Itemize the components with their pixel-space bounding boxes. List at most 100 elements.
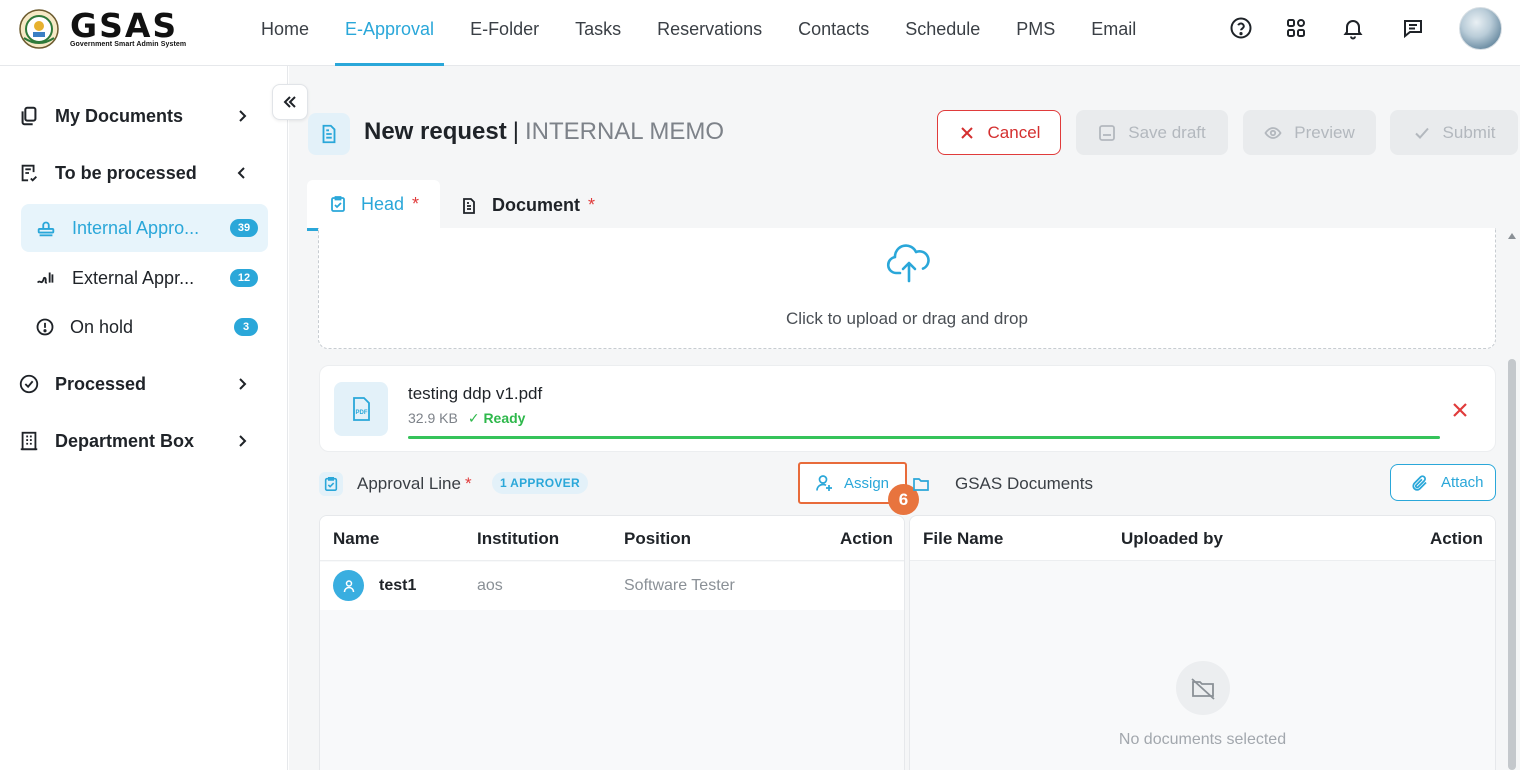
save-icon	[1099, 124, 1116, 141]
bell-icon[interactable]	[1341, 16, 1365, 40]
pdf-file-icon: PDF	[334, 382, 388, 436]
column-header-position: Position	[624, 529, 692, 548]
scroll-up-arrow[interactable]	[1508, 233, 1516, 239]
assign-label: Assign	[844, 474, 890, 492]
required-marker: *	[412, 193, 420, 214]
file-meta: 32.9 KB ✓ Ready	[408, 410, 525, 427]
count-badge: 39	[230, 219, 258, 237]
tab-label: Document	[492, 195, 581, 215]
eye-icon	[1264, 126, 1282, 139]
nav-contacts[interactable]: Contacts	[780, 0, 887, 66]
sidebar-subitem-external-approval[interactable]: External Appr... 12	[21, 254, 268, 302]
tab-document[interactable]: Document *	[460, 180, 595, 231]
chevron-right-icon	[239, 435, 247, 447]
count-badge: 3	[234, 318, 258, 336]
column-header-action: Action	[840, 529, 893, 548]
paperclip-icon	[1412, 474, 1427, 491]
building-icon	[20, 431, 38, 451]
nav-reservations[interactable]: Reservations	[639, 0, 780, 66]
required-marker: *	[588, 195, 596, 215]
sidebar-subitem-on-hold[interactable]: On hold 3	[21, 303, 268, 351]
upload-progress-bar	[408, 436, 1440, 439]
file-status: ✓ Ready	[467, 410, 526, 426]
sidebar-item-to-be-processed[interactable]: To be processed	[0, 153, 288, 193]
page-title-main: New request	[364, 118, 507, 145]
sidebar-subitem-internal-approval[interactable]: Internal Appro... 39	[21, 204, 268, 252]
cloud-upload-icon	[886, 244, 930, 283]
file-text-icon	[463, 197, 475, 214]
sidebar-item-label: To be processed	[55, 162, 197, 183]
file-name: testing ddp v1.pdf	[408, 384, 543, 403]
gsas-documents-table: File Name Uploaded by Action No document…	[909, 515, 1496, 770]
submit-button[interactable]: Submit	[1390, 110, 1518, 155]
save-draft-button[interactable]: Save draft	[1076, 110, 1228, 155]
sidebar-item-label: Department Box	[55, 430, 195, 451]
uploaded-file-card: PDF testing ddp v1.pdf 32.9 KB ✓ Ready	[319, 365, 1496, 452]
double-chevron-left-icon	[283, 96, 296, 108]
sidebar-item-my-documents[interactable]: My Documents	[0, 96, 288, 136]
document-title-icon	[308, 113, 350, 155]
page-title: New request | INTERNAL MEMO	[364, 118, 724, 146]
column-header-file-name: File Name	[923, 529, 1004, 548]
sidebar-item-department-box[interactable]: Department Box	[0, 421, 288, 461]
column-header-institution: Institution	[477, 529, 560, 548]
attach-button[interactable]: Attach	[1390, 464, 1496, 501]
vertical-scrollbar[interactable]	[1504, 231, 1520, 770]
file-size: 32.9 KB	[408, 410, 458, 426]
user-avatar[interactable]	[1459, 7, 1502, 50]
approval-line-title: Approval Line	[357, 474, 461, 493]
user-avatar-icon	[333, 570, 364, 601]
column-header-uploaded-by: Uploaded by	[1121, 529, 1224, 548]
main-nav: Home E-Approval E-Folder Tasks Reservati…	[243, 0, 1154, 66]
nav-e-approval[interactable]: E-Approval	[327, 0, 452, 66]
table-row[interactable]: test1 aos Software Tester	[320, 562, 904, 610]
preview-label: Preview	[1294, 122, 1355, 142]
approver-position: Software Tester	[624, 577, 735, 594]
page-title-type: INTERNAL MEMO	[524, 118, 725, 145]
sidebar-subitem-label: Internal Appro...	[72, 217, 200, 238]
nav-home[interactable]: Home	[243, 0, 327, 66]
user-plus-icon	[816, 475, 832, 491]
nav-email[interactable]: Email	[1073, 0, 1154, 66]
check-icon	[1414, 127, 1429, 139]
check-circle-icon	[19, 374, 39, 394]
nav-pms[interactable]: PMS	[998, 0, 1073, 66]
file-type-label: PDF	[356, 410, 368, 416]
apps-grid-icon[interactable]	[1284, 16, 1308, 40]
nav-e-folder[interactable]: E-Folder	[452, 0, 557, 66]
scrollbar-thumb[interactable]	[1508, 359, 1516, 770]
chevron-right-icon	[239, 378, 247, 390]
cancel-label: Cancel	[987, 122, 1041, 142]
help-icon[interactable]	[1229, 16, 1253, 40]
chevron-right-icon	[239, 110, 247, 122]
upload-instructions: Click to upload or drag and drop	[786, 309, 1028, 328]
column-header-action: Action	[1430, 529, 1483, 548]
table-header: Name Institution Position Action	[320, 516, 904, 561]
close-icon	[960, 126, 973, 139]
gsas-documents-label: GSAS Documents	[955, 474, 1093, 493]
tab-head[interactable]: Head *	[307, 180, 440, 231]
top-navbar: GSAS Government Smart Admin System Home …	[0, 0, 1520, 66]
collapse-sidebar-button[interactable]	[272, 84, 308, 120]
nav-schedule[interactable]: Schedule	[887, 0, 998, 66]
remove-file-icon[interactable]	[1451, 401, 1469, 419]
upload-progress-fill	[408, 436, 1440, 439]
required-marker: *	[464, 474, 472, 493]
chevron-left-icon	[237, 167, 245, 179]
folder-icon	[909, 472, 933, 496]
count-badge: 12	[230, 269, 258, 287]
sidebar-item-processed[interactable]: Processed	[0, 364, 288, 404]
preview-button[interactable]: Preview	[1243, 110, 1376, 155]
signature-icon	[36, 272, 54, 284]
documents-icon	[21, 106, 37, 126]
gsas-logo[interactable]: GSAS Government Smart Admin System	[18, 8, 186, 50]
cancel-button[interactable]: Cancel	[937, 110, 1061, 155]
column-header-name: Name	[333, 529, 380, 548]
upload-dropzone[interactable]: Click to upload or drag and drop	[318, 228, 1496, 349]
tab-label: Head	[361, 193, 405, 214]
nav-tasks[interactable]: Tasks	[557, 0, 639, 66]
attach-label: Attach	[1441, 474, 1484, 491]
sidebar-subitem-label: External Appr...	[72, 267, 195, 288]
approval-line-icon	[319, 472, 343, 496]
chat-icon[interactable]	[1401, 16, 1425, 40]
